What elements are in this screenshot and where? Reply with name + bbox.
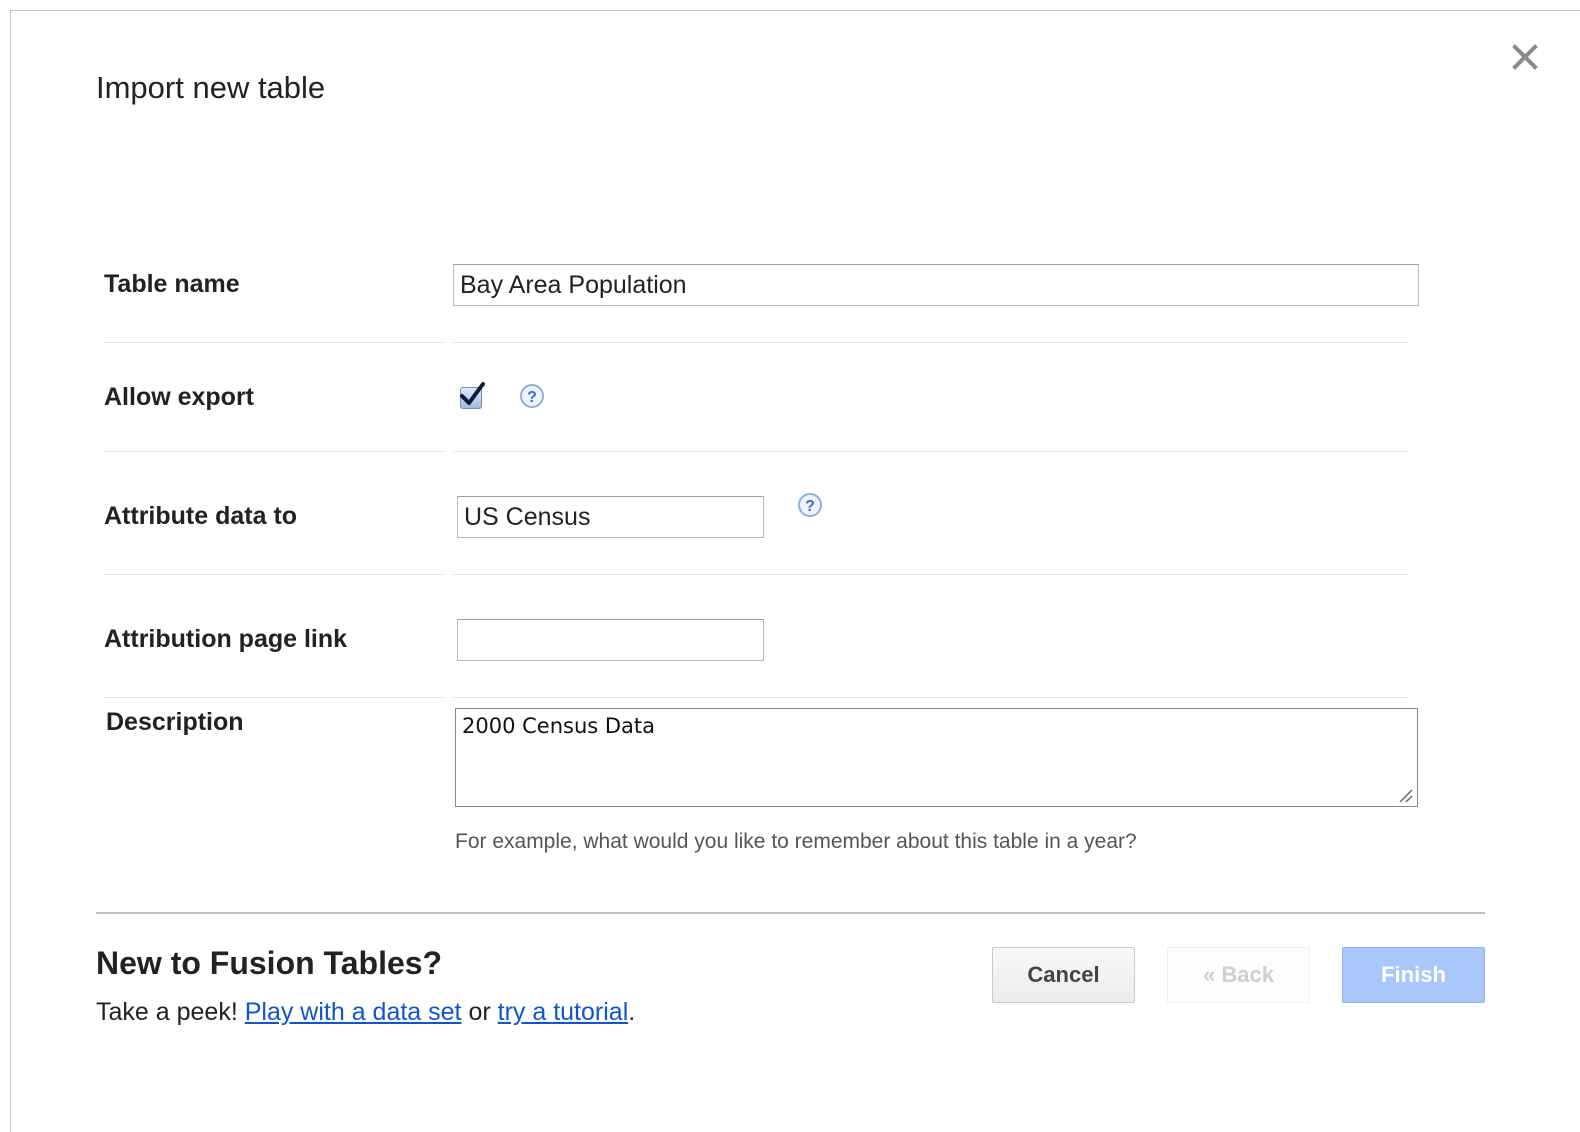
table-name-input[interactable] [453, 264, 1419, 306]
promo-text: Take a peek! Play with a data set or try… [96, 998, 635, 1027]
resize-grip-icon[interactable] [1398, 788, 1414, 804]
row-divider [453, 451, 1408, 452]
promo-suffix: . [628, 998, 636, 1026]
allow-export-checkbox[interactable] [460, 382, 485, 409]
attribute-data-to-label: Attribute data to [104, 502, 298, 530]
footer-divider [96, 912, 1485, 914]
row-divider [453, 574, 1408, 575]
row-divider [104, 697, 444, 698]
allow-export-label: Allow export [104, 383, 255, 411]
try-a-tutorial-link[interactable]: try a tutorial [498, 998, 629, 1026]
promo-prefix: Take a peek! [96, 998, 245, 1026]
help-question-icon[interactable]: ? [519, 383, 545, 409]
svg-text:?: ? [527, 389, 537, 406]
svg-text:?: ? [805, 498, 815, 515]
description-hint: For example, what would you like to reme… [455, 830, 1137, 853]
checkmark-icon [460, 382, 485, 405]
cancel-button[interactable]: Cancel [992, 947, 1135, 1003]
row-divider [104, 342, 444, 343]
description-textarea[interactable]: 2000 Census Data [455, 708, 1418, 807]
row-divider [104, 574, 444, 575]
finish-button[interactable]: Finish [1342, 947, 1485, 1003]
attribute-data-to-input[interactable] [457, 496, 764, 538]
close-icon[interactable] [1508, 40, 1542, 74]
dialog-title: Import new table [96, 70, 326, 105]
attribution-page-link-input[interactable] [457, 619, 764, 661]
row-divider [453, 342, 1408, 343]
promo-middle: or [461, 998, 498, 1026]
row-divider [104, 451, 444, 452]
help-question-icon[interactable]: ? [797, 492, 823, 518]
promo-title: New to Fusion Tables? [96, 945, 443, 981]
table-name-label: Table name [104, 270, 240, 298]
description-label: Description [106, 708, 244, 736]
play-with-data-set-link[interactable]: Play with a data set [245, 998, 462, 1026]
attribution-page-link-label: Attribution page link [104, 625, 348, 653]
row-divider [453, 697, 1408, 698]
back-button[interactable]: « Back [1167, 947, 1310, 1003]
